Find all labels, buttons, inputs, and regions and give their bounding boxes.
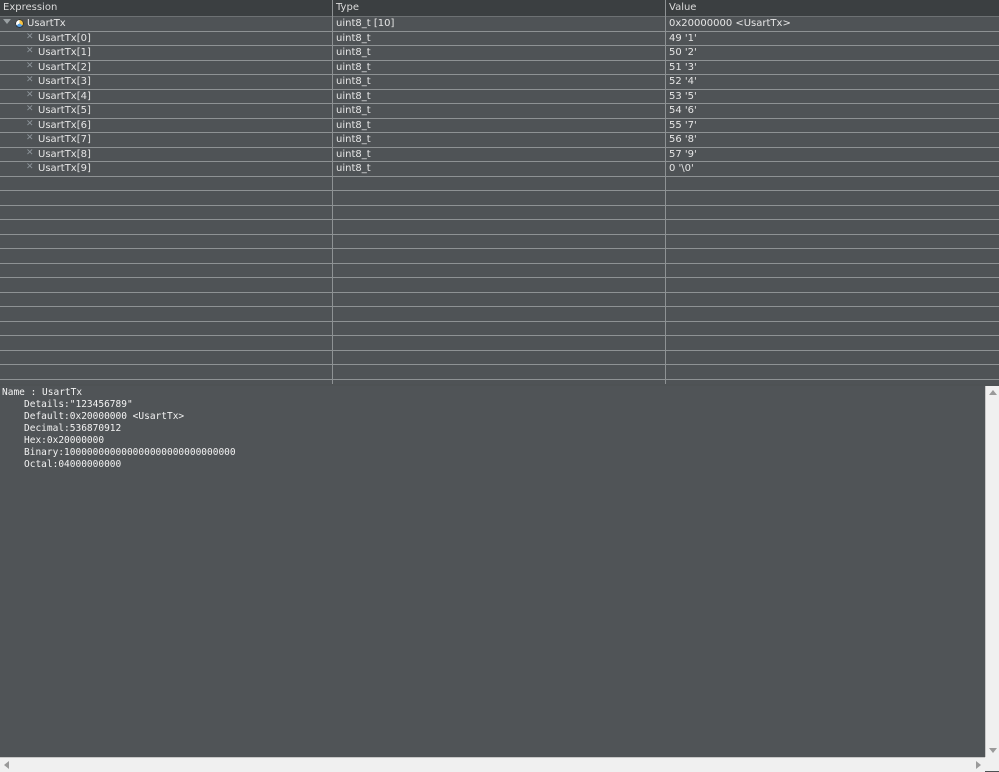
expression-cell: UsartTx[3] — [38, 76, 91, 87]
expression-cell: UsartTx[4] — [38, 90, 91, 102]
type-cell: uint8_t — [336, 148, 371, 160]
table-row[interactable]: ✕ UsartTx[0] uint8_t 49 '1' — [0, 32, 999, 46]
details-line: Binary:100000000000000000000000000000 — [24, 447, 236, 458]
type-cell: uint8_t — [336, 32, 371, 44]
expressions-table: Expression Type Value UsartTx uint8_t [10… — [0, 0, 999, 384]
field-icon: ✕ — [26, 31, 34, 42]
table-row-empty[interactable] — [0, 249, 999, 263]
details-line: Default:0x20000000 <UsartTx> — [24, 411, 185, 422]
scrollbar-corner — [985, 757, 999, 771]
value-cell[interactable]: 50 '2' — [669, 47, 697, 58]
field-icon: ✕ — [26, 162, 34, 172]
column-header-expression[interactable]: Expression — [3, 2, 57, 13]
field-icon: ✕ — [26, 60, 34, 71]
table-row-empty[interactable] — [0, 278, 999, 292]
value-cell[interactable]: 0x20000000 <UsartTx> — [669, 18, 791, 29]
details-line: Decimal:536870912 — [24, 423, 122, 434]
table-header: Expression Type Value — [0, 0, 999, 17]
chevron-down-icon[interactable] — [3, 19, 11, 24]
table-row-empty[interactable] — [0, 307, 999, 321]
table-row[interactable]: ✕ UsartTx[4] uint8_t 53 '5' — [0, 90, 999, 104]
table-row[interactable]: ✕ UsartTx[7] uint8_t 56 '8' — [0, 133, 999, 147]
row-divider — [0, 378, 999, 380]
table-row-empty[interactable] — [0, 206, 999, 220]
table-row[interactable]: ✕ UsartTx[1] uint8_t 50 '2' — [0, 46, 999, 60]
horizontal-scrollbar[interactable] — [0, 757, 985, 772]
field-icon: ✕ — [26, 75, 34, 85]
value-cell[interactable]: 57 '9' — [669, 149, 697, 160]
expression-cell: UsartTx — [27, 18, 66, 29]
type-cell: uint8_t — [336, 76, 371, 87]
value-cell[interactable]: 55 '7' — [669, 120, 697, 131]
field-icon: ✕ — [26, 89, 34, 100]
details-line: Hex:0x20000000 — [24, 435, 105, 446]
table-row[interactable]: ✕ UsartTx[8] uint8_t 57 '9' — [0, 148, 999, 162]
table-row[interactable]: ✕ UsartTx[6] uint8_t 55 '7' — [0, 119, 999, 133]
column-divider[interactable] — [665, 0, 666, 384]
scroll-left-icon[interactable] — [4, 761, 9, 769]
scroll-right-icon[interactable] — [976, 761, 981, 769]
table-row[interactable]: ✕ UsartTx[9] uint8_t 0 '\0' — [0, 162, 999, 176]
table-row[interactable]: ✕ UsartTx[5] uint8_t 54 '6' — [0, 104, 999, 118]
details-line: Details:"123456789" — [24, 399, 133, 410]
value-cell[interactable]: 53 '5' — [669, 91, 697, 102]
type-cell: uint8_t — [336, 61, 371, 73]
table-row-root[interactable]: UsartTx uint8_t [10] 0x20000000 <UsartTx> — [0, 17, 999, 31]
expression-cell: UsartTx[5] — [38, 105, 91, 116]
expression-cell: UsartTx[7] — [38, 134, 91, 145]
details-name-line: Name : UsartTx — [2, 387, 83, 398]
table-row-empty[interactable] — [0, 264, 999, 278]
type-cell: uint8_t — [336, 134, 371, 145]
field-icon: ✕ — [26, 104, 34, 114]
expression-cell: UsartTx[6] — [38, 119, 91, 131]
table-row-empty[interactable] — [0, 365, 999, 379]
table-row-empty[interactable] — [0, 235, 999, 249]
value-cell[interactable]: 51 '3' — [669, 62, 697, 73]
type-cell: uint8_t — [336, 47, 371, 58]
field-icon: ✕ — [26, 133, 34, 143]
scroll-up-icon[interactable] — [989, 390, 997, 395]
table-row[interactable]: ✕ UsartTx[3] uint8_t 52 '4' — [0, 75, 999, 89]
table-row-empty[interactable] — [0, 351, 999, 365]
table-row-empty[interactable] — [0, 220, 999, 234]
expression-cell: UsartTx[0] — [38, 32, 91, 44]
value-cell[interactable]: 0 '\0' — [669, 163, 694, 174]
table-row-empty[interactable] — [0, 322, 999, 336]
expression-cell: UsartTx[1] — [38, 47, 91, 58]
expression-cell: UsartTx[8] — [38, 148, 91, 160]
type-cell: uint8_t — [336, 119, 371, 131]
field-icon: ✕ — [26, 46, 34, 56]
value-cell[interactable]: 49 '1' — [669, 33, 697, 44]
vertical-scrollbar[interactable] — [985, 386, 999, 757]
type-cell: uint8_t — [336, 163, 371, 174]
type-cell: uint8_t — [336, 90, 371, 102]
table-row-empty[interactable] — [0, 177, 999, 191]
table-row-empty[interactable] — [0, 191, 999, 205]
field-icon: ✕ — [26, 118, 34, 129]
expression-cell: UsartTx[2] — [38, 61, 91, 73]
expression-cell: UsartTx[9] — [38, 163, 91, 174]
type-cell: uint8_t [10] — [336, 18, 395, 29]
table-row-empty[interactable] — [0, 336, 999, 350]
column-divider[interactable] — [332, 0, 333, 384]
column-header-value[interactable]: Value — [669, 2, 696, 13]
type-cell: uint8_t — [336, 105, 371, 116]
scroll-down-icon[interactable] — [989, 748, 997, 753]
table-row[interactable]: ✕ UsartTx[2] uint8_t 51 '3' — [0, 61, 999, 75]
column-header-type[interactable]: Type — [336, 2, 359, 13]
variable-icon — [15, 19, 24, 28]
value-cell[interactable]: 52 '4' — [669, 76, 697, 87]
table-row-empty[interactable] — [0, 293, 999, 307]
value-cell[interactable]: 56 '8' — [669, 134, 697, 145]
value-cell[interactable]: 54 '6' — [669, 105, 697, 116]
field-icon: ✕ — [26, 147, 34, 158]
details-pane: Name : UsartTx Details:"123456789" Defaul… — [0, 386, 985, 757]
details-line: Octal:04000000000 — [24, 459, 122, 470]
